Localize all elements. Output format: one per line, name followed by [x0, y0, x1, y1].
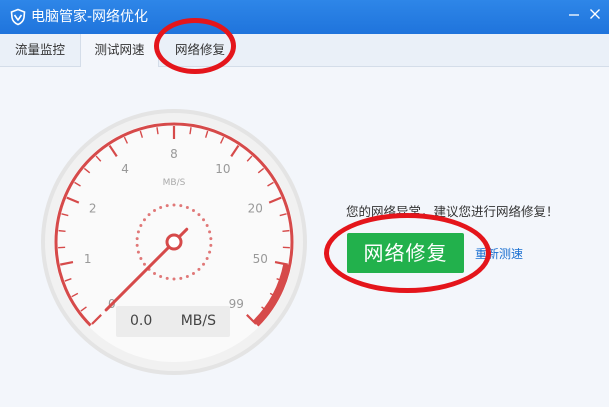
- gauge-ring-dot: [136, 230, 140, 234]
- gauge-ring-dot: [202, 218, 206, 222]
- speed-value: 0.0: [130, 313, 153, 329]
- gauge-tick-label: 20: [248, 201, 263, 215]
- gauge-ring-dot: [142, 218, 146, 222]
- tab-bar: 流量监控 测试网速 网络修复: [0, 34, 609, 67]
- gauge-ring-dot: [205, 224, 209, 228]
- speed-readout: 0.0 MB/S: [116, 306, 230, 337]
- tab-traffic-monitor[interactable]: 流量监控: [0, 34, 80, 66]
- minimize-icon[interactable]: [566, 6, 582, 22]
- gauge-tick-label: 4: [121, 162, 129, 176]
- gauge-ring-dot: [208, 250, 212, 254]
- gauge-ring-dot: [205, 256, 209, 260]
- title-bar: 电脑管家-网络优化: [0, 0, 609, 34]
- gauge-ring-dot: [135, 237, 139, 241]
- tab-speed-test[interactable]: 测试网速: [80, 34, 159, 67]
- gauge-ring-dot: [209, 237, 213, 241]
- gauge-ring-dot: [142, 262, 146, 266]
- gauge-ring-dot: [179, 204, 183, 208]
- gauge-minor-tick: [282, 229, 290, 233]
- gauge-ring-dot: [197, 267, 201, 271]
- network-repair-button[interactable]: 网络修复: [347, 233, 464, 273]
- gauge-ring-dot: [139, 256, 143, 260]
- close-icon[interactable]: [587, 6, 603, 22]
- gauge-tick-label: 8: [170, 147, 178, 161]
- gauge-ring-dot: [209, 243, 213, 247]
- gauge-ring-dot: [153, 271, 157, 275]
- gauge-ring-dot: [172, 203, 176, 207]
- gauge-ring-dot: [208, 230, 212, 234]
- gauge-needle-hub: [165, 233, 183, 251]
- window-title: 电脑管家-网络优化: [31, 9, 149, 25]
- gauge-minor-tick: [58, 229, 66, 233]
- gauge-ring-dot: [159, 206, 163, 209]
- gauge-ring-dot: [136, 250, 140, 254]
- gauge-ring-dot: [197, 213, 201, 217]
- gauge-ring-dot: [185, 206, 189, 209]
- shield-icon: [10, 8, 26, 26]
- gauge-tick-label: 50: [253, 252, 268, 266]
- gauge-tick-label: 10: [215, 162, 230, 176]
- speed-unit: MB/S: [180, 313, 216, 329]
- gauge-ring-dot: [185, 275, 189, 278]
- gauge-tick-label: 1: [84, 252, 92, 266]
- network-status-message: 您的网络异常，建议您进行网络修复！: [346, 204, 559, 219]
- gauge-ring-dot: [159, 275, 163, 278]
- tab-network-repair[interactable]: 网络修复: [160, 34, 240, 66]
- gauge-ring-dot: [172, 277, 176, 281]
- gauge-unit-label: MB/S: [163, 178, 186, 188]
- gauge-ring-dot: [179, 276, 183, 280]
- gauge-ring-dot: [147, 213, 151, 217]
- gauge-ring-dot: [165, 204, 169, 208]
- gauge-ring-dot: [153, 209, 157, 213]
- gauge-ring-dot: [202, 262, 206, 266]
- gauge-ring-dot: [135, 243, 139, 247]
- gauge-ring-dot: [191, 209, 195, 213]
- gauge-ring-dot: [165, 276, 169, 280]
- gauge-ring-dot: [191, 271, 195, 275]
- gauge-tick-label: 2: [89, 201, 97, 215]
- app-window: 电脑管家-网络优化 流量监控 测试网速 网络修复 0124810205099 M…: [0, 0, 609, 407]
- gauge-tick-label: 99: [229, 297, 244, 311]
- retest-speed-link[interactable]: 重新测速: [475, 245, 523, 262]
- gauge-ring-dot: [139, 224, 143, 228]
